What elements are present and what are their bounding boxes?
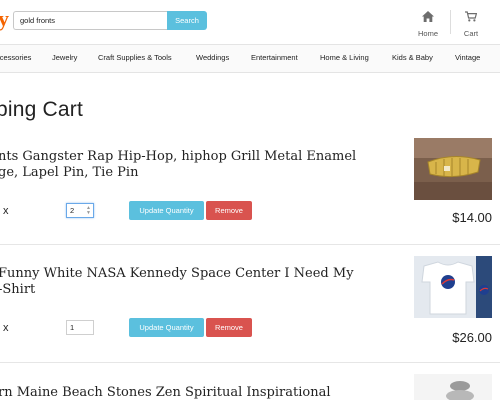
quantity-input[interactable]: 1 bbox=[66, 320, 94, 335]
category-accessories[interactable]: ccessories bbox=[0, 53, 31, 62]
quantity-input[interactable]: 2 ▲ ▼ bbox=[66, 203, 94, 218]
cart-label: Cart bbox=[463, 29, 479, 38]
quantity-spinner-icon[interactable]: ▲ ▼ bbox=[86, 206, 91, 216]
item-price: $26.00 bbox=[452, 330, 492, 345]
update-quantity-button[interactable]: Update Quantity bbox=[129, 318, 204, 337]
item-title-text: rn Maine Beach Stones Zen Spiritual Insp… bbox=[0, 385, 331, 400]
item-divider bbox=[0, 244, 500, 245]
cart-link[interactable]: Cart bbox=[454, 9, 488, 39]
search-button[interactable]: Search bbox=[167, 11, 207, 30]
item-title[interactable]: rn Maine Beach Stones Zen Spiritual Insp… bbox=[0, 385, 398, 400]
page-title: ping Cart bbox=[0, 98, 84, 121]
category-home-living[interactable]: Home & Living bbox=[320, 53, 369, 62]
search-input[interactable] bbox=[13, 11, 167, 30]
item-price: $14.00 bbox=[452, 210, 492, 225]
home-icon bbox=[422, 11, 434, 22]
header-divider bbox=[450, 10, 451, 34]
remove-button[interactable]: Remove bbox=[206, 201, 252, 220]
item-image[interactable] bbox=[414, 374, 492, 400]
update-quantity-button[interactable]: Update Quantity bbox=[129, 201, 204, 220]
beach-stones-image bbox=[414, 374, 492, 400]
category-vintage[interactable]: Vintage bbox=[455, 53, 480, 62]
category-weddings[interactable]: Weddings bbox=[196, 53, 229, 62]
home-label: Home bbox=[417, 29, 438, 38]
category-jewelry[interactable]: Jewelry bbox=[52, 53, 77, 62]
quantity-multiplier: x bbox=[3, 322, 9, 334]
item-image[interactable] bbox=[414, 138, 492, 200]
site-header: y Search Home Cart bbox=[0, 0, 500, 44]
category-entertainment[interactable]: Entertainment bbox=[251, 53, 298, 62]
item-title[interactable]: Funny White NASA Kennedy Space Center I … bbox=[0, 266, 398, 298]
item-title[interactable]: nts Gangster Rap Hip-Hop, hiphop Grill M… bbox=[0, 149, 398, 181]
quantity-value: 1 bbox=[70, 323, 75, 332]
category-kids-baby[interactable]: Kids & Baby bbox=[392, 53, 433, 62]
remove-button[interactable]: Remove bbox=[206, 318, 252, 337]
quantity-value: 2 bbox=[70, 206, 75, 215]
category-nav: ccessories Jewelry Craft Supplies & Tool… bbox=[0, 44, 500, 73]
category-craft-supplies[interactable]: Craft Supplies & Tools bbox=[98, 53, 172, 62]
nasa-tshirt-image bbox=[414, 256, 492, 318]
cart-icon bbox=[465, 11, 478, 22]
item-divider bbox=[0, 362, 500, 363]
quantity-multiplier: x bbox=[3, 205, 9, 217]
item-title-text: Funny White NASA Kennedy Space Center I … bbox=[0, 266, 354, 297]
item-image[interactable] bbox=[414, 256, 492, 318]
site-logo[interactable]: y bbox=[0, 6, 9, 32]
home-link[interactable]: Home bbox=[411, 9, 445, 39]
item-title-text: nts Gangster Rap Hip-Hop, hiphop Grill M… bbox=[0, 149, 357, 180]
gold-grill-pin-image bbox=[414, 138, 492, 200]
